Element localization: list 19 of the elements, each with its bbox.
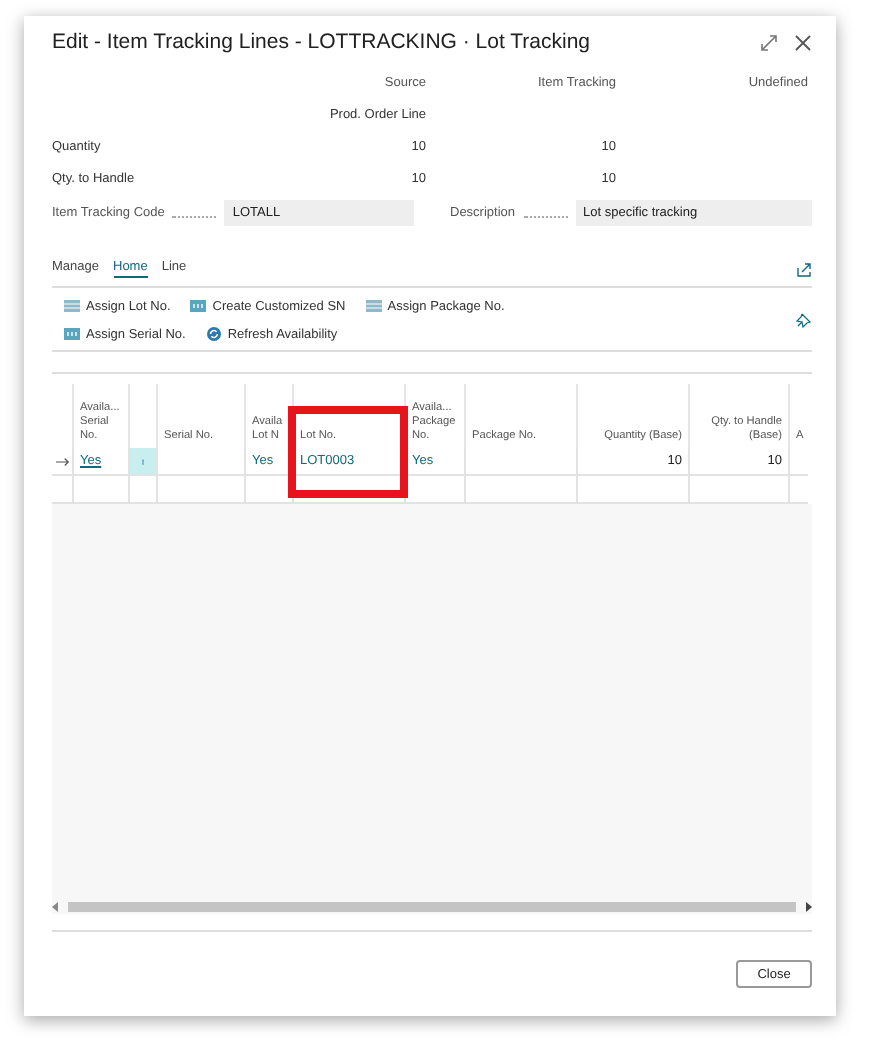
table-cell <box>788 476 808 504</box>
table-cell <box>464 476 576 504</box>
scroll-thumb[interactable] <box>68 901 796 911</box>
table-cell <box>156 476 244 504</box>
close-icon[interactable] <box>794 33 812 51</box>
window-title: Edit - Item Tracking Lines - LOTTRACKING · Lot Tracking <box>52 30 592 54</box>
table-cell <box>244 476 292 504</box>
table-cell <box>688 476 788 504</box>
grid-icon <box>365 298 382 314</box>
scroll-left-icon[interactable] <box>52 901 60 911</box>
tag-icon <box>64 326 80 342</box>
pin-icon[interactable] <box>796 312 812 328</box>
table-cell <box>576 476 688 504</box>
grid-icon <box>64 298 80 314</box>
expand-icon[interactable] <box>760 33 778 51</box>
scroll-right-icon[interactable] <box>804 901 812 911</box>
share-icon[interactable] <box>796 261 812 277</box>
tag-icon <box>190 298 207 314</box>
refresh-icon <box>205 326 222 342</box>
